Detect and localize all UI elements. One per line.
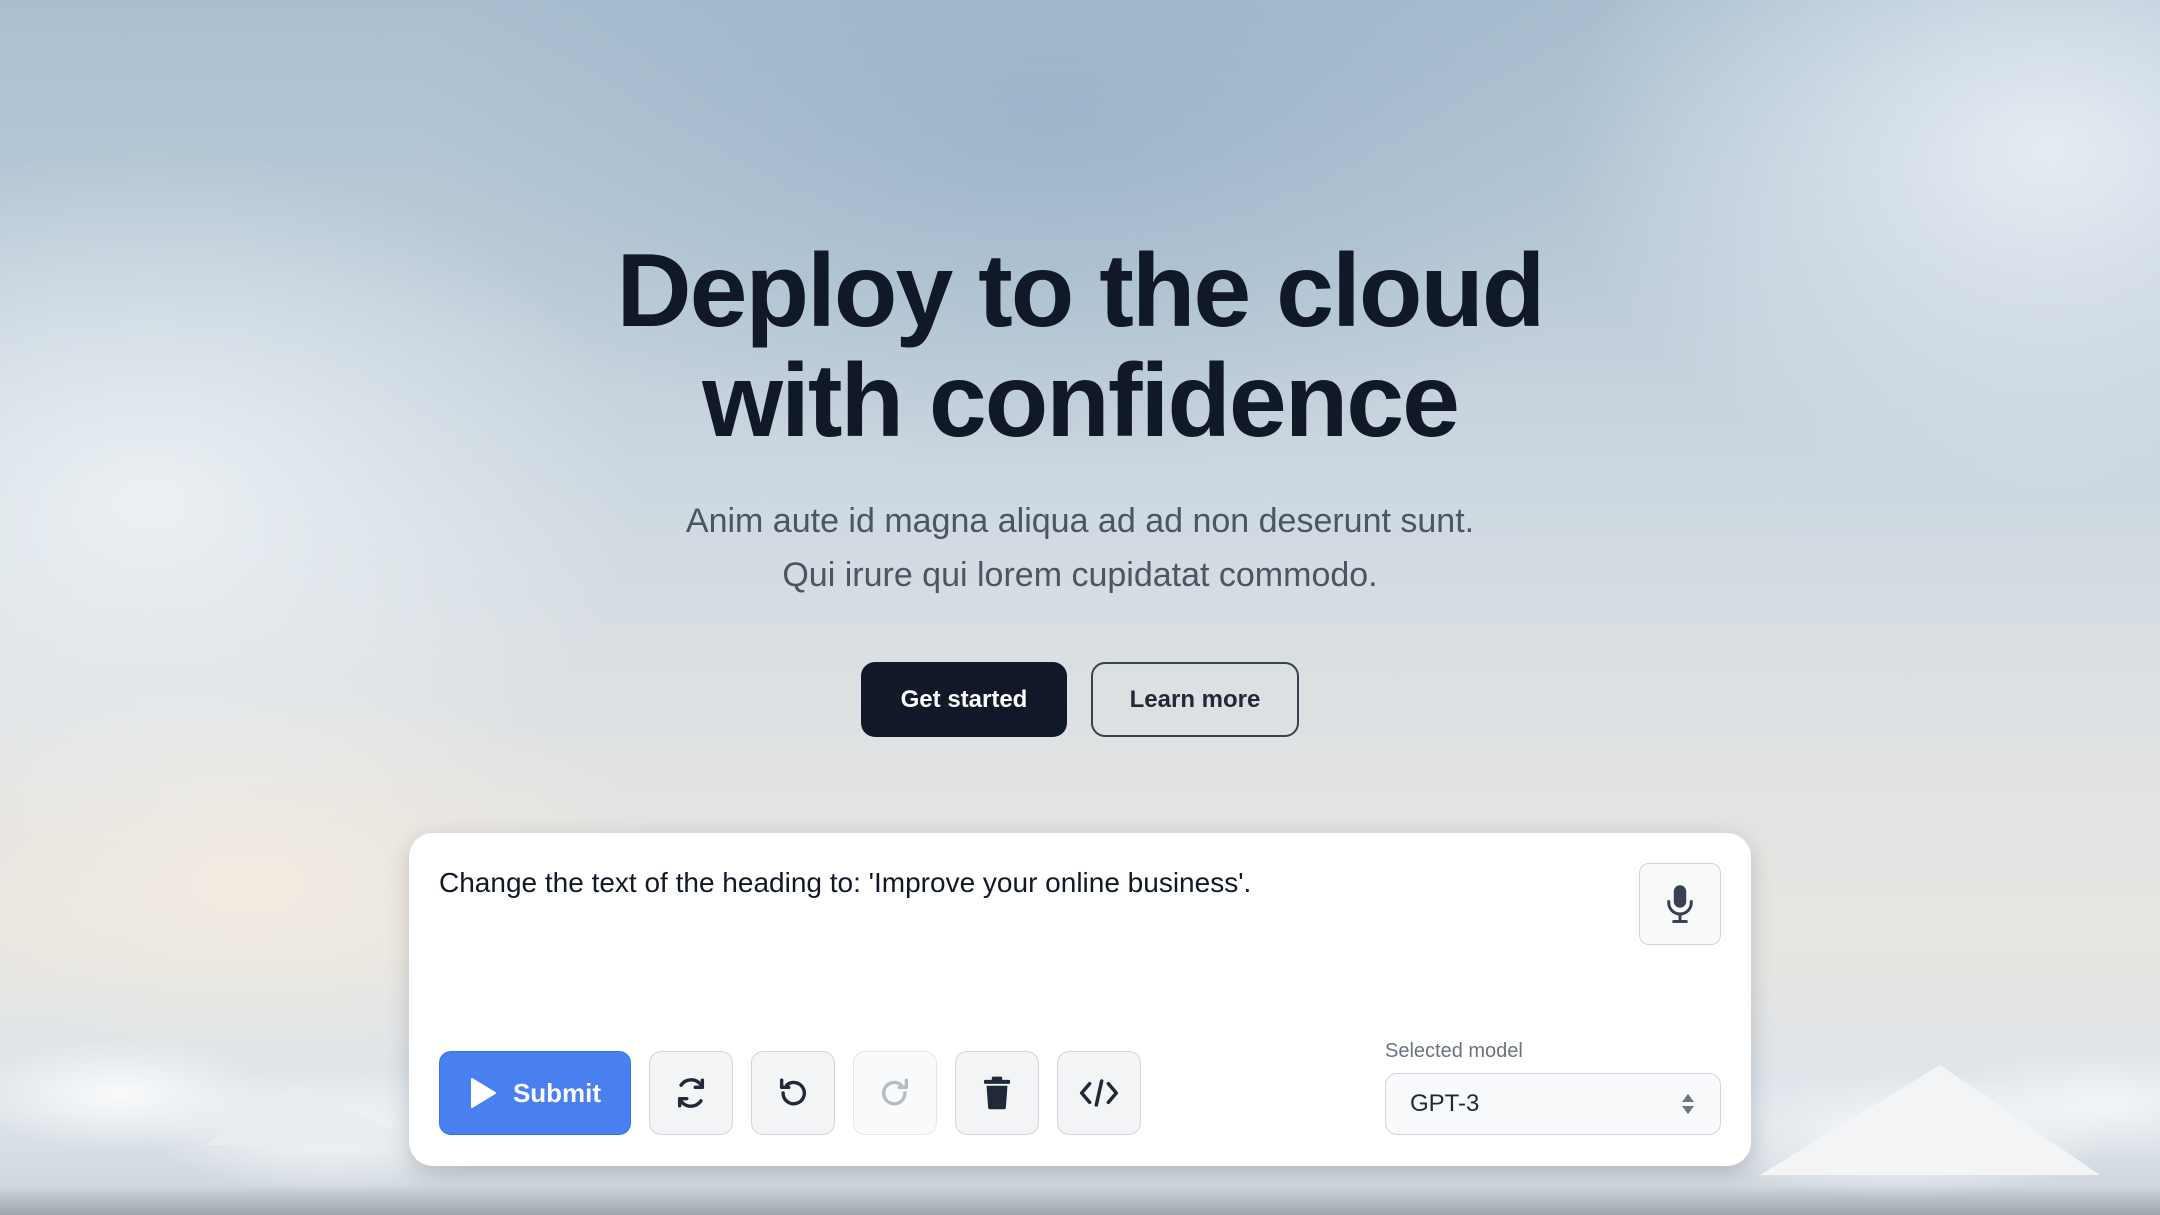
select-arrows-icon <box>1682 1094 1694 1114</box>
mountain-peak-left <box>205 1085 425 1145</box>
ground-shadow <box>0 1185 2160 1215</box>
mountain-peak-right <box>1760 1065 2100 1175</box>
submit-button-label: Submit <box>512 1077 602 1108</box>
submit-button[interactable]: Submit <box>439 1051 631 1135</box>
refresh-icon <box>677 1078 705 1108</box>
regenerate-button[interactable] <box>649 1051 733 1135</box>
play-icon <box>470 1078 496 1108</box>
model-select[interactable]: GPT-3 <box>1385 1073 1721 1135</box>
hero-subtitle: Anim aute id magna aliqua ad ad non dese… <box>0 494 2160 602</box>
hero-heading-line2: with confidence <box>702 343 1460 459</box>
undo-icon <box>779 1078 807 1106</box>
undo-button[interactable] <box>751 1051 835 1135</box>
model-selector: Selected model GPT-3 <box>1385 1039 1721 1135</box>
model-label: Selected model <box>1385 1040 1523 1062</box>
microphone-button[interactable] <box>1639 863 1721 945</box>
page-background: Deploy to the cloud with confidence Anim… <box>0 0 2160 1215</box>
model-select-value: GPT-3 <box>1410 1090 1480 1117</box>
delete-button[interactable] <box>955 1051 1039 1135</box>
hero-heading: Deploy to the cloud with confidence <box>0 236 2160 456</box>
view-code-button[interactable] <box>1057 1051 1141 1135</box>
hero-section: Deploy to the cloud with confidence Anim… <box>0 236 2160 737</box>
hero-heading-line1: Deploy to the cloud <box>616 233 1546 349</box>
prompt-panel: Change the text of the heading to: 'Impr… <box>409 833 1751 1166</box>
cta-row: Get started Learn more <box>0 662 2160 737</box>
microphone-icon <box>1667 885 1693 923</box>
learn-more-button[interactable]: Learn more <box>1091 662 1299 737</box>
code-icon <box>1079 1079 1119 1107</box>
get-started-button[interactable]: Get started <box>861 662 1067 737</box>
redo-icon <box>881 1078 909 1106</box>
trash-icon <box>983 1076 1011 1110</box>
editor-toolbar: Submit <box>439 1051 1141 1135</box>
hero-subtitle-line2: Qui irure qui lorem cupidatat commodo. <box>782 556 1378 594</box>
redo-button[interactable] <box>853 1051 937 1135</box>
hero-subtitle-line1: Anim aute id magna aliqua ad ad non dese… <box>685 502 1475 540</box>
prompt-input[interactable]: Change the text of the heading to: 'Impr… <box>439 863 1619 1013</box>
